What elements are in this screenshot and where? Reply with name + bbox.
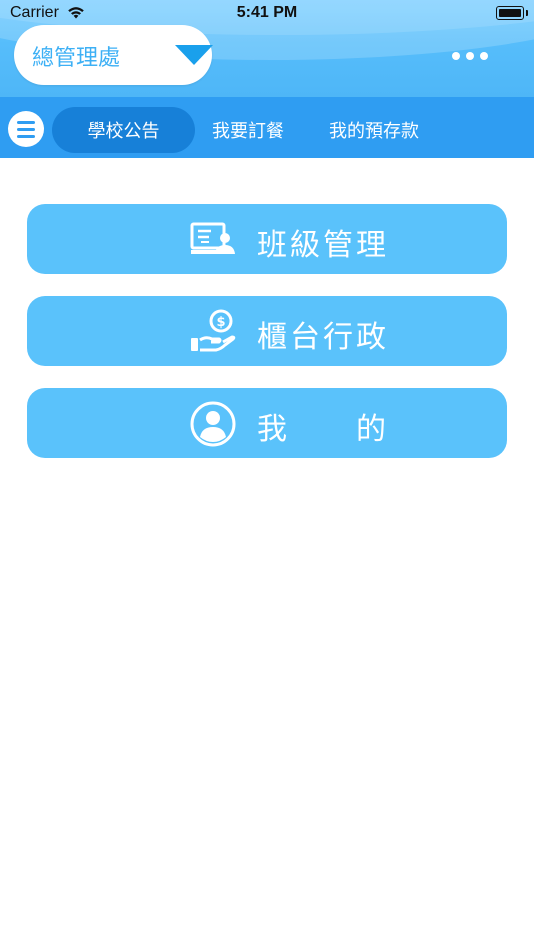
svg-text:$: $	[216, 315, 225, 330]
school-selector-label: 總管理處	[32, 46, 121, 71]
tab-my-deposit[interactable]: 我的預存款	[312, 107, 436, 153]
header: Carrier 5:41 PM 總管理處	[0, 0, 534, 97]
school-selector[interactable]: 總管理處	[14, 25, 213, 85]
counter-admin-button[interactable]: $ 櫃台行政	[27, 296, 507, 366]
card-label: 我 的	[257, 412, 389, 447]
status-time: 5:41 PM	[236, 4, 298, 21]
hand-coin-icon: $	[191, 309, 236, 352]
my-profile-button[interactable]: 我 的	[27, 388, 507, 458]
tab-label: 學校公告	[87, 121, 160, 142]
tab-announcements[interactable]: 學校公告	[52, 107, 195, 153]
more-dots-icon[interactable]	[452, 45, 494, 60]
class-management-button[interactable]: 班級管理	[27, 204, 507, 274]
card-label: 班級管理	[257, 228, 389, 263]
classroom-icon	[190, 222, 235, 254]
status-bar: Carrier 5:41 PM	[0, 0, 534, 28]
dropdown-arrow-icon	[175, 45, 213, 65]
tab-label: 我要訂餐	[212, 121, 284, 142]
card-label: 櫃台行政	[257, 320, 389, 355]
battery-icon	[496, 6, 528, 20]
hamburger-menu-icon[interactable]	[8, 111, 44, 147]
tab-bar: 學校公告 我要訂餐 我的預存款	[0, 97, 534, 158]
user-profile-icon	[190, 401, 236, 447]
tab-order-meal[interactable]: 我要訂餐	[198, 107, 298, 153]
tab-label: 我的預存款	[329, 121, 419, 142]
